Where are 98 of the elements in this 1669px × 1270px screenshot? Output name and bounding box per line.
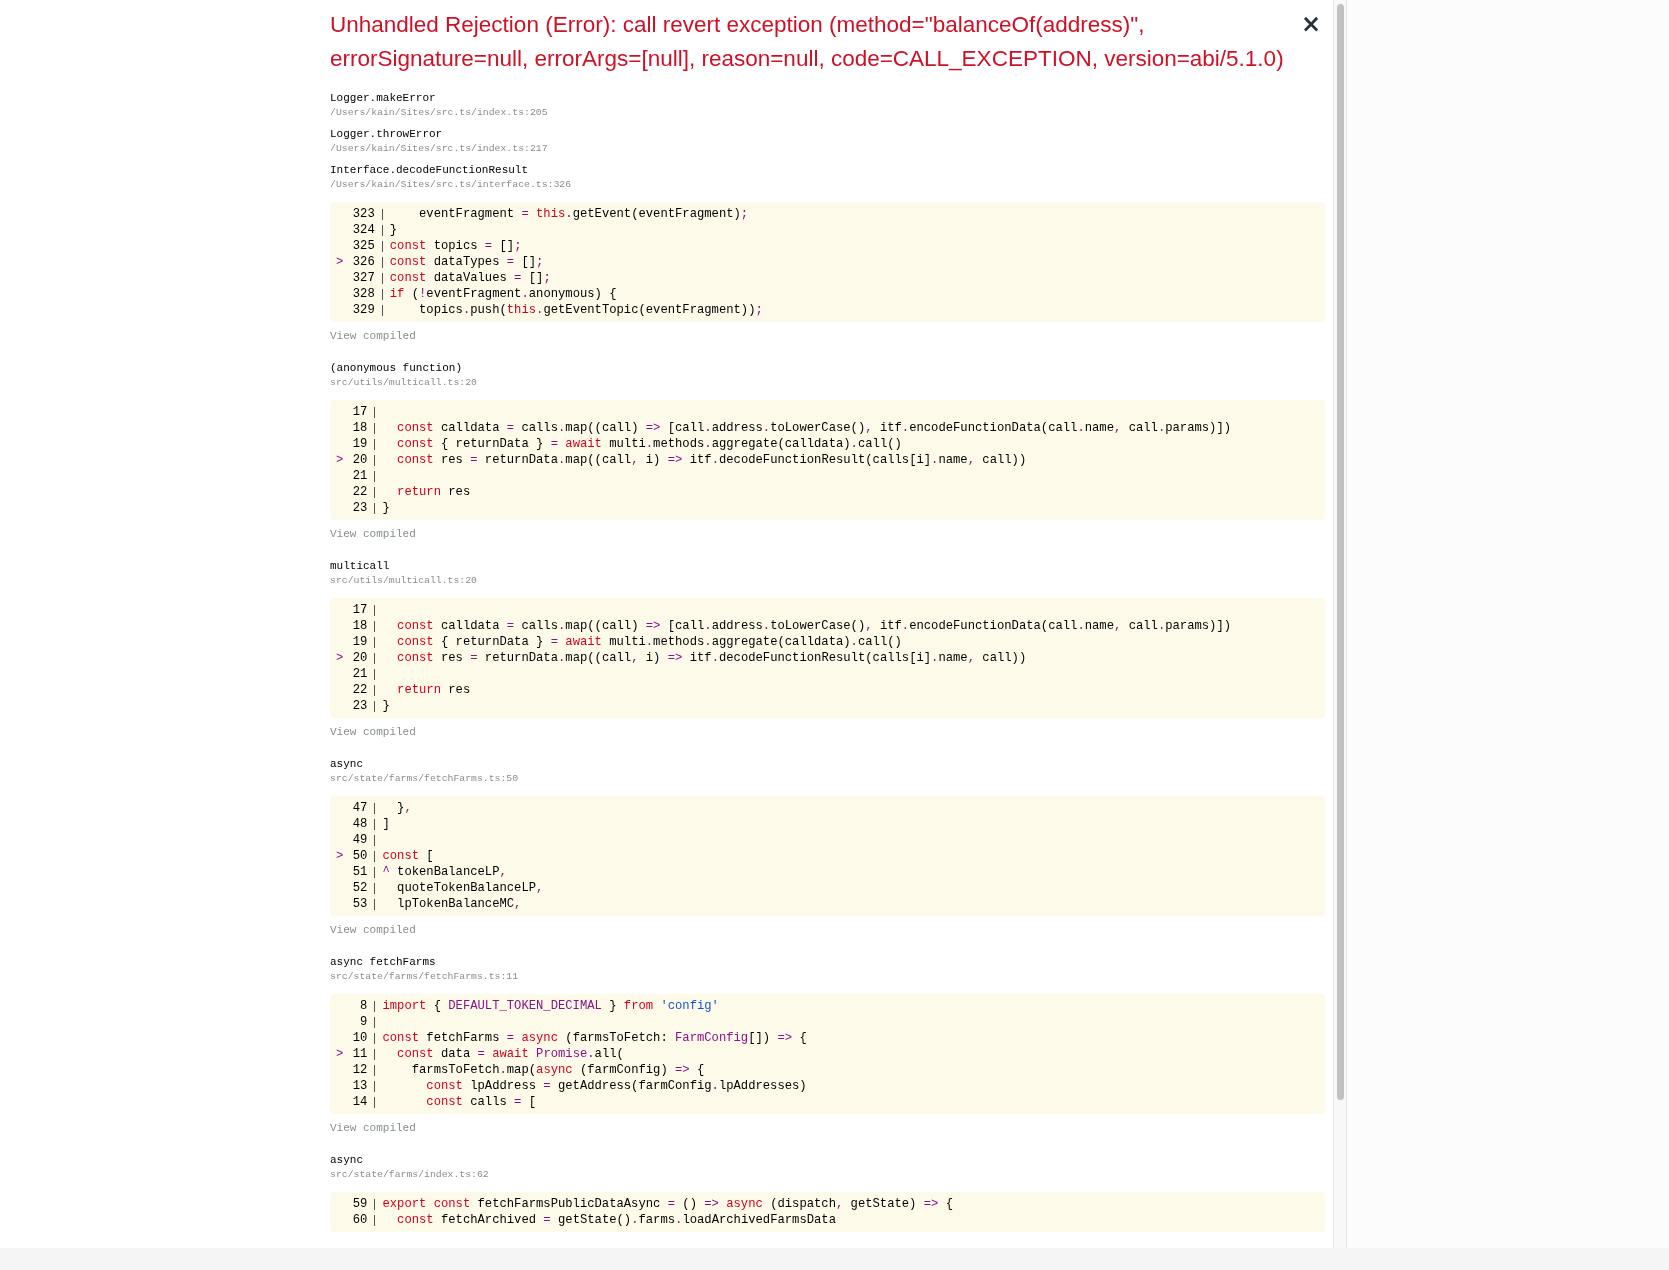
code-line: const res = returnData.map((call, i) => itf.decodeFunctionResult(calls[i].name, call)) (396, 650, 1027, 666)
line-number: 327 (351, 270, 375, 286)
code-line: const res = returnData.map((call, i) => itf.decodeFunctionResult(calls[i].name, call)) (396, 452, 1027, 468)
line-number: 17 (351, 602, 368, 618)
line-number: 49 (351, 832, 368, 848)
file-path: src/utils/multicall.ts:20 (330, 376, 477, 390)
line-number: 53 (351, 896, 368, 912)
code-line: } (389, 222, 398, 238)
line-number: 17 (351, 404, 368, 420)
line-number: 11 (351, 1046, 368, 1062)
function-name: Logger.throwError (330, 127, 443, 142)
line-number: 328 (351, 286, 375, 302)
code-line: } (382, 698, 390, 714)
line-number: 50 (351, 848, 368, 864)
line-number: 21 (351, 468, 368, 484)
code-line: const lpAddress = getAddress(farmConfig.lpAddresses) (425, 1078, 807, 1094)
line-number: 47 (351, 800, 368, 816)
line-number: 23 (351, 500, 368, 516)
file-path: src/state/farms/fetchFarms.ts:11 (330, 970, 519, 984)
line-number: 20 (351, 650, 368, 666)
code-line: eventFragment = this.getEvent(eventFragment); (418, 206, 749, 222)
line-number: 20 (351, 452, 368, 468)
line-number: 21 (351, 666, 368, 682)
line-pointer: > (336, 254, 345, 270)
code-line: } (382, 500, 390, 516)
line-number: 10 (351, 1030, 368, 1046)
line-number: 12 (351, 1062, 368, 1078)
function-name: multicall (330, 559, 390, 574)
code-line: const { returnData } = await multi.methods.aggregate(calldata).call() (396, 634, 902, 650)
code-line: return res (396, 682, 471, 698)
line-number: 324 (351, 222, 375, 238)
file-path: src/utils/multicall.ts:20 (330, 574, 477, 588)
code-line: topics.push(this.getEventTopic(eventFragment)); (418, 302, 763, 318)
error-title: Unhandled Rejection (Error): call revert exception (method="balanceOf(address)", errorSignature=null, errorArgs=[null], reason=null, code=CALL_EXCEPTION, version=abi/5.1.0) (330, 11, 1285, 73)
file-path: src/state/farms/fetchFarms.ts:50 (330, 772, 519, 786)
code-line: lpTokenBalanceMC, (396, 896, 522, 912)
view-compiled-link[interactable]: View compiled (330, 923, 416, 937)
code-line: const calldata = calls.map((call) => [call.address.toLowerCase(), itf.encodeFunctionData(call.name, call.params)]) (396, 618, 1232, 634)
line-pointer: > (336, 650, 345, 666)
code-line: const fetchArchived = getState().farms.loadArchivedFarmsData (396, 1212, 836, 1228)
line-number: 23 (351, 698, 368, 714)
file-path: src/state/farms/index.ts:62 (330, 1168, 489, 1182)
code-line: export const fetchFarmsPublicDataAsync = () => async (dispatch, getState) => { (382, 1196, 953, 1212)
line-number: 18 (351, 618, 368, 634)
function-name: async (330, 757, 363, 772)
line-number: 13 (351, 1078, 368, 1094)
view-compiled-link[interactable]: View compiled (330, 329, 416, 343)
function-name: Interface.decodeFunctionResult (330, 163, 529, 178)
code-line: const dataTypes = []; (389, 254, 544, 270)
code-line: }, (396, 800, 412, 816)
line-pointer: > (336, 848, 345, 864)
code-line: return res (396, 484, 471, 500)
code-line: farmsToFetch.map(async (farmConfig) => { (410, 1062, 705, 1078)
code-line: if (!eventFragment.anonymous) { (389, 286, 617, 302)
line-number: 19 (351, 436, 368, 452)
code-line: ] (382, 816, 390, 832)
code-line: quoteTokenBalanceLP, (396, 880, 544, 896)
function-name: async (330, 1153, 363, 1168)
function-name: async fetchFarms (330, 955, 436, 970)
code-line: const topics = []; (389, 238, 522, 254)
view-compiled-link[interactable]: View compiled (330, 527, 416, 541)
code-line: const { returnData } = await multi.methods.aggregate(calldata).call() (396, 436, 902, 452)
view-compiled-link[interactable]: View compiled (330, 1121, 416, 1135)
line-number: 59 (351, 1196, 368, 1212)
line-number: 22 (351, 682, 368, 698)
code-line: const calldata = calls.map((call) => [call.address.toLowerCase(), itf.encodeFunctionData(call.name, call.params)]) (396, 420, 1232, 436)
line-number: 22 (351, 484, 368, 500)
line-number: 8 (359, 998, 368, 1014)
function-name: Logger.makeError (330, 91, 436, 106)
line-pointer: > (336, 452, 345, 468)
code-line: const data = await Promise.all( (396, 1046, 624, 1062)
code-line: import { DEFAULT_TOKEN_DECIMAL } from 'config' (382, 998, 719, 1014)
code-line: ^ tokenBalanceLP, (382, 864, 507, 880)
view-compiled-link[interactable]: View compiled (330, 725, 416, 739)
line-number: 51 (351, 864, 368, 880)
file-path: /Users/kain/Sites/src.ts/interface.ts:326 (330, 178, 572, 192)
line-number: 329 (351, 302, 375, 318)
line-number: 9 (359, 1014, 368, 1030)
line-number: 60 (351, 1212, 368, 1228)
line-number: 48 (351, 816, 368, 832)
line-number: 14 (351, 1094, 368, 1110)
code-line: const [ (382, 848, 434, 864)
function-name: (anonymous function) (330, 361, 463, 376)
line-number: 19 (351, 634, 368, 650)
line-number: 52 (351, 880, 368, 896)
code-line: const fetchFarms = async (farmsToFetch: FarmConfig[]) => { (382, 1030, 807, 1046)
scrollbar-thumb[interactable] (1337, 4, 1344, 1100)
line-number: 326 (351, 254, 375, 270)
code-line: const dataValues = []; (389, 270, 551, 286)
line-number: 323 (351, 206, 375, 222)
close-button[interactable]: × (1296, 12, 1325, 36)
file-path: /Users/kain/Sites/src.ts/index.ts:205 (330, 106, 548, 120)
line-pointer: > (336, 1046, 345, 1062)
file-path: /Users/kain/Sites/src.ts/index.ts:217 (330, 142, 548, 156)
scrollbar[interactable] (1333, 0, 1347, 1248)
code-line: const calls = [ (425, 1094, 537, 1110)
line-number: 325 (351, 238, 375, 254)
line-number: 18 (351, 420, 368, 436)
